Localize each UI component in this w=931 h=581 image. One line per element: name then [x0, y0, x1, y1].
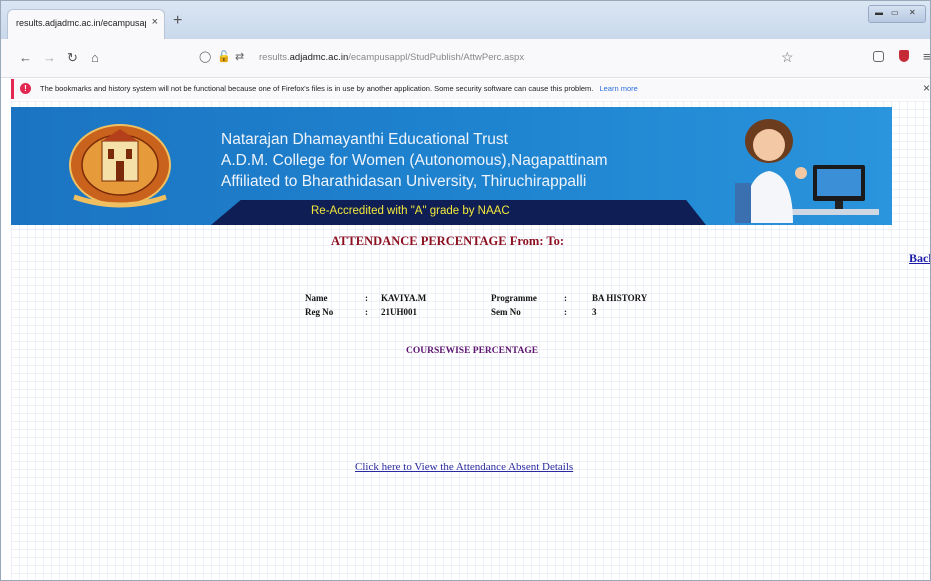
notification-bar: ! The bookmarks and history system will … [11, 79, 930, 99]
college-banner: Natarajan Dhamayanthi Educational Trust … [11, 107, 892, 225]
semno-separator: : [564, 307, 567, 317]
page-content: Natarajan Dhamayanthi Educational Trust … [11, 101, 930, 580]
menu-icon[interactable]: ≡ [923, 49, 930, 64]
navigation-bar: ← → ↻ ⌂ ◯ 🔓 ⇄ results.adjadmc.ac.in/ecam… [1, 39, 930, 78]
warning-icon: ! [20, 83, 31, 94]
bookmark-star-icon[interactable]: ☆ [781, 49, 794, 66]
browser-window: results.adjadmc.ac.in/ecampusappl × + ▬ … [0, 0, 931, 581]
absent-details-link[interactable]: Click here to View the Attendance Absent… [355, 461, 573, 473]
extension-shield-icon[interactable] [899, 50, 909, 62]
name-value: KAVIYA.M [381, 293, 427, 303]
back-arrow-icon[interactable]: ← [19, 50, 32, 65]
regno-separator: : [365, 307, 368, 317]
url-domain: adjadmc.ac.in [289, 52, 349, 63]
reload-icon[interactable]: ↻ [67, 50, 78, 66]
student-illustration-icon [735, 119, 879, 223]
programme-label: Programme [491, 293, 537, 303]
regno-value: 21UH001 [381, 307, 417, 317]
maximize-icon[interactable]: ▭ [891, 8, 899, 17]
pocket-icon[interactable] [873, 51, 884, 62]
back-link[interactable]: Back [909, 251, 930, 266]
address-bar[interactable]: ◯ 🔓 ⇄ results.adjadmc.ac.in/ecampusappl/… [199, 48, 799, 68]
forward-arrow-icon[interactable]: → [43, 50, 56, 65]
close-window-icon[interactable]: ✕ [909, 8, 916, 17]
new-tab-icon[interactable]: + [173, 13, 182, 29]
affiliation-text: Affiliated to Bharathidasan University, … [221, 173, 587, 190]
permissions-icon[interactable]: ⇄ [235, 50, 244, 63]
learn-more-link[interactable]: Learn more [599, 84, 637, 93]
minimize-icon[interactable]: ▬ [875, 8, 883, 17]
college-name: A.D.M. College for Women (Autonomous),Na… [221, 152, 608, 169]
notification-close-icon[interactable]: × [923, 81, 930, 95]
insecure-lock-icon[interactable]: 🔓 [217, 50, 231, 63]
tab-title: results.adjadmc.ac.in/ecampusappl [16, 18, 146, 28]
college-emblem-icon [69, 124, 171, 208]
coursewise-heading: COURSEWISE PERCENTAGE [406, 346, 539, 356]
trust-name: Natarajan Dhamayanthi Educational Trust [221, 131, 508, 148]
url-path: /ecampusappl/StudPublish/AttwPerc.aspx [348, 52, 525, 63]
tracking-shield-icon[interactable]: ◯ [199, 50, 211, 63]
home-icon[interactable]: ⌂ [91, 50, 99, 65]
tab-strip: results.adjadmc.ac.in/ecampusappl × + ▬ … [1, 1, 930, 39]
semno-value: 3 [592, 307, 597, 317]
window-controls[interactable]: ▬ ▭ ✕ [868, 5, 926, 23]
browser-tab[interactable]: results.adjadmc.ac.in/ecampusappl × [7, 9, 165, 39]
notification-message: The bookmarks and history system will no… [40, 84, 594, 93]
regno-label: Reg No [305, 307, 334, 317]
url-text[interactable]: results.adjadmc.ac.in/ecampusappl/StudPu… [259, 52, 524, 63]
name-separator: : [365, 293, 368, 303]
programme-value: BA HISTORY [592, 293, 648, 303]
semno-label: Sem No [491, 307, 521, 317]
accreditation-text: Re-Accredited with "A" grade by NAAC [311, 205, 510, 217]
name-label: Name [305, 293, 328, 303]
notification-text: The bookmarks and history system will no… [40, 84, 638, 93]
programme-separator: : [564, 293, 567, 303]
tab-close-icon[interactable]: × [152, 16, 158, 28]
url-prefix: results. [259, 52, 290, 63]
attendance-title: ATTENDANCE PERCENTAGE From: To: [331, 234, 565, 248]
